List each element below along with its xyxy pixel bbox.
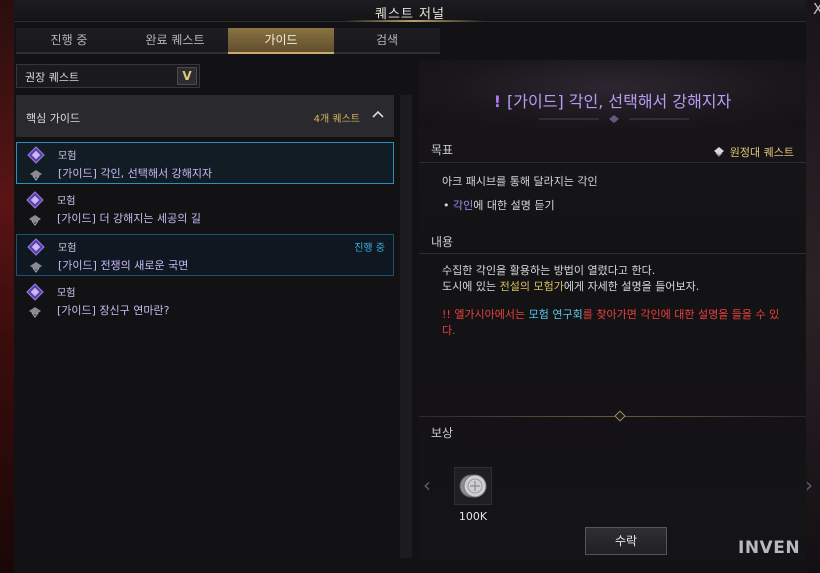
npc-highlight: 전설의 모험가 xyxy=(499,280,564,293)
detail-title-row: ! [가이드] 각인, 선택해서 강해지자 xyxy=(419,88,806,112)
title-bar: 퀘스트 저널 X xyxy=(14,0,820,22)
quest-detail-panel: ! [가이드] 각인, 선택해서 강해지자 목표 원정대 퀘스트 아크 패시브를 … xyxy=(419,60,813,560)
goal-highlight: 각인 xyxy=(453,199,474,212)
content-divider xyxy=(419,253,806,254)
bullet: • xyxy=(443,199,453,212)
content-line-1: 수집한 각인을 활용하는 방법이 열렸다고 한다. xyxy=(442,264,656,277)
expedition-icon xyxy=(713,147,724,157)
quest-type-label: 원정대 퀘스트 xyxy=(713,144,794,160)
title-ornament xyxy=(539,115,689,123)
group-count: 4개 퀘스트 xyxy=(313,114,360,125)
quest-type: 원정대 퀘스트 xyxy=(729,146,794,159)
warn-highlight: 모험 연구회 xyxy=(528,308,583,321)
accept-button[interactable]: 수락 xyxy=(585,527,667,555)
quest-item[interactable]: 모험 [가이드] 더 강해지는 세공의 길 xyxy=(16,188,394,230)
detail-header: ! [가이드] 각인, 선택해서 강해지자 xyxy=(419,60,806,128)
reward-label: 보상 xyxy=(431,426,454,440)
quest-status-badge: 진행 중 xyxy=(354,243,385,254)
goal-objective: • 각인에 대한 설명 듣기 xyxy=(443,197,555,213)
content-label: 내용 xyxy=(431,235,454,249)
chevron-down-icon[interactable]: V xyxy=(177,67,197,85)
close-button[interactable]: X xyxy=(809,0,820,20)
quest-item[interactable]: 모험 [가이드] 장신구 연마란? xyxy=(16,280,394,322)
quest-filter-dropdown[interactable]: 권장 퀘스트 V xyxy=(16,64,200,88)
quest-item[interactable]: 모험 [가이드] 전쟁의 새로운 국면 진행 중 xyxy=(16,234,394,276)
quest-list-scrollbar[interactable] xyxy=(400,95,412,558)
collapse-icon[interactable] xyxy=(372,107,384,123)
quest-book-icon xyxy=(26,191,44,209)
goal-rest: 에 대한 설명 듣기 xyxy=(473,199,555,212)
goal-divider xyxy=(419,162,806,163)
tab-search[interactable]: 검색 xyxy=(334,28,440,54)
content-text: 수집한 각인을 활용하는 방법이 열렸다고 한다. 도시에 있는 전설의 모험가… xyxy=(442,263,792,295)
quest-book-icon xyxy=(26,283,44,301)
quest-category: 모험 xyxy=(58,151,77,162)
quest-item[interactable]: 모험 [가이드] 각인, 선택해서 강해지자 xyxy=(16,142,394,184)
tab-in-progress[interactable]: 진행 중 xyxy=(16,28,122,54)
tab-guide[interactable]: 가이드 xyxy=(228,28,334,54)
tab-bar: 진행 중 완료 퀘스트 가이드 검색 xyxy=(16,28,440,54)
background-left xyxy=(0,0,14,573)
reward-divider-ornament xyxy=(614,410,626,422)
group-title: 핵심 가이드 xyxy=(26,112,81,125)
inven-watermark: INVEN xyxy=(738,538,801,558)
chevron-right-icon[interactable]: › xyxy=(805,473,813,497)
reward-item-slot[interactable] xyxy=(454,467,492,505)
warn-pre: !! 엘가시아에서는 xyxy=(442,308,529,321)
coin-icon xyxy=(459,474,487,498)
content-post: 에게 자세한 설명을 들어보자. xyxy=(563,280,700,293)
quest-journal-window: 퀘스트 저널 X 진행 중 완료 퀘스트 가이드 검색 권장 퀘스트 V 핵심 … xyxy=(14,0,820,573)
quest-category: 모험 xyxy=(57,288,76,299)
goal-text: 아크 패시브를 통해 달라지는 각인 xyxy=(442,175,598,188)
exclamation-icon: ! xyxy=(493,92,502,111)
quest-name: [가이드] 전쟁의 새로운 국면 xyxy=(58,259,189,272)
expedition-icon xyxy=(29,307,41,318)
quest-name: [가이드] 각인, 선택해서 강해지자 xyxy=(58,167,213,180)
quest-group-header[interactable]: 핵심 가이드 4개 퀘스트 xyxy=(16,95,394,137)
quest-book-icon xyxy=(27,146,45,164)
quest-category: 모험 xyxy=(57,196,76,207)
quest-name: [가이드] 더 강해지는 세공의 길 xyxy=(57,212,202,225)
tab-completed[interactable]: 완료 퀘스트 xyxy=(122,28,228,54)
title-glow xyxy=(344,20,484,22)
filter-selected-value: 권장 퀘스트 xyxy=(25,71,80,84)
expedition-icon xyxy=(30,170,42,181)
quest-book-icon xyxy=(27,238,45,256)
detail-title: [가이드] 각인, 선택해서 강해지자 xyxy=(507,92,732,111)
warning-text: !! 엘가시아에서는 모험 연구회를 찾아가면 각인에 대한 설명을 들을 수 … xyxy=(442,307,792,339)
reward-divider xyxy=(419,416,806,417)
quest-category: 모험 xyxy=(58,243,77,254)
reward-amount: 100K xyxy=(458,510,488,523)
goal-label: 목표 xyxy=(431,143,454,157)
chevron-left-icon[interactable]: ‹ xyxy=(423,473,431,497)
quest-name: [가이드] 장신구 연마란? xyxy=(57,304,170,317)
quest-list: 핵심 가이드 4개 퀘스트 모험 [가이드] 각인, 선택해서 강해지자 모험 … xyxy=(16,95,394,558)
content-line-2: 도시에 있는 전설의 모험가에게 자세한 설명을 들어보자. xyxy=(442,279,792,295)
content-pre: 도시에 있는 xyxy=(442,280,500,293)
expedition-icon xyxy=(29,215,41,226)
expedition-icon xyxy=(30,262,42,273)
